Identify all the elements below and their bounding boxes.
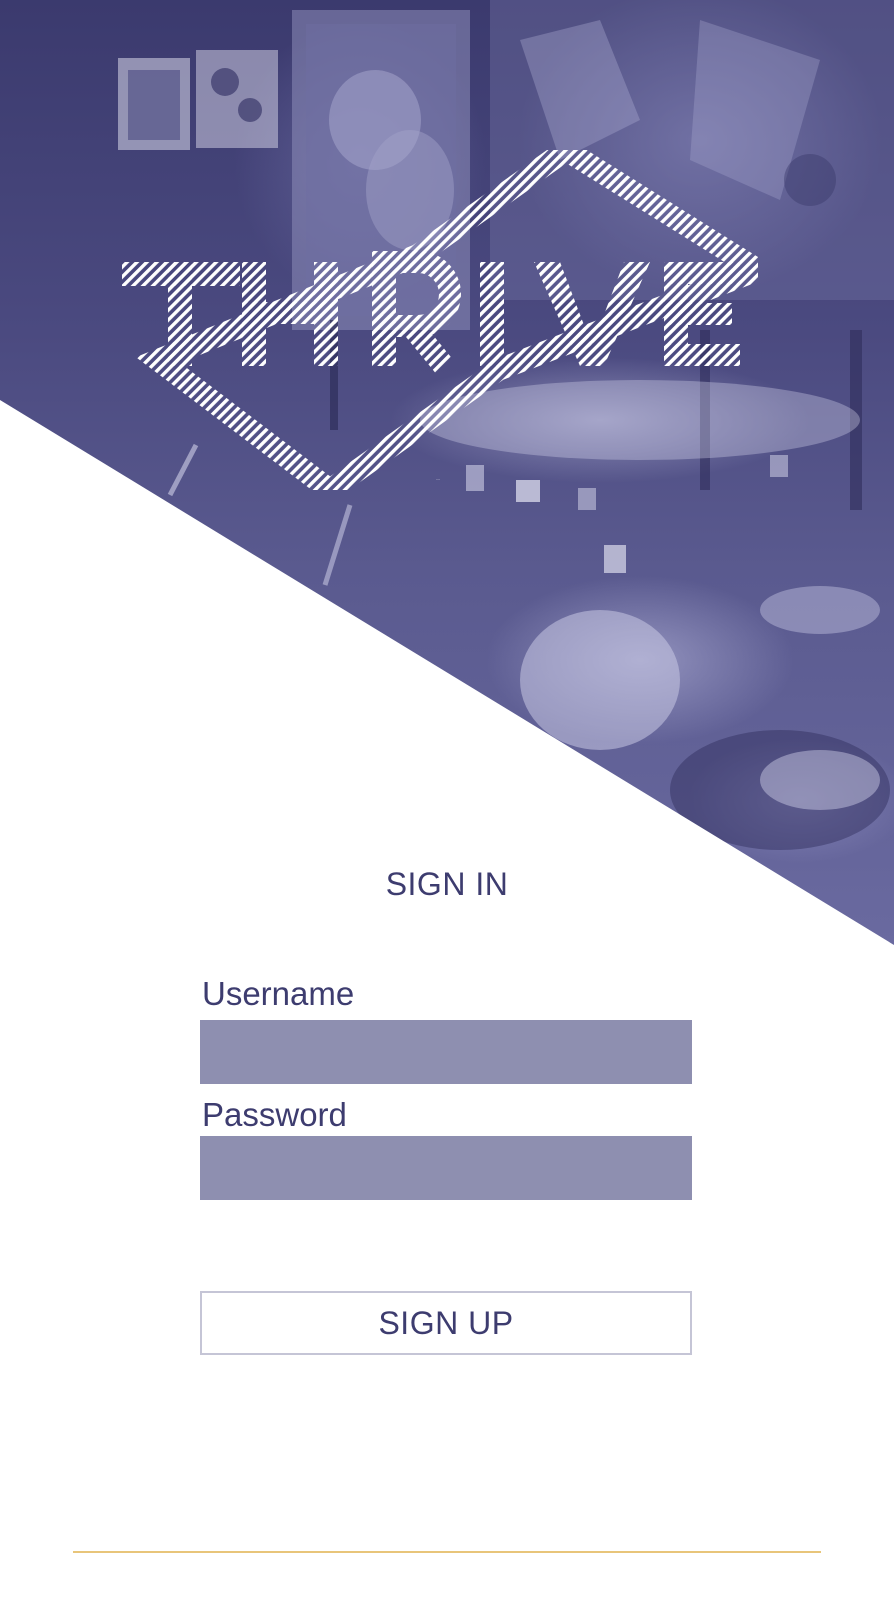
hero-photo: THRIVE — [0, 0, 894, 945]
username-label: Username — [202, 975, 355, 1012]
password-input[interactable] — [200, 1136, 692, 1200]
password-label: Password — [202, 1096, 347, 1133]
logo-text: THRIVE — [436, 479, 440, 481]
footer-divider — [73, 1551, 821, 1553]
signup-button[interactable]: SIGN UP — [200, 1291, 692, 1355]
signin-title: SIGN IN — [385, 866, 509, 902]
thrive-logo: THRIVE — [122, 150, 758, 490]
username-input[interactable] — [200, 1020, 692, 1084]
signin-screen: THRIVE SIGN IN Username Password SIGN UP — [0, 0, 894, 1600]
